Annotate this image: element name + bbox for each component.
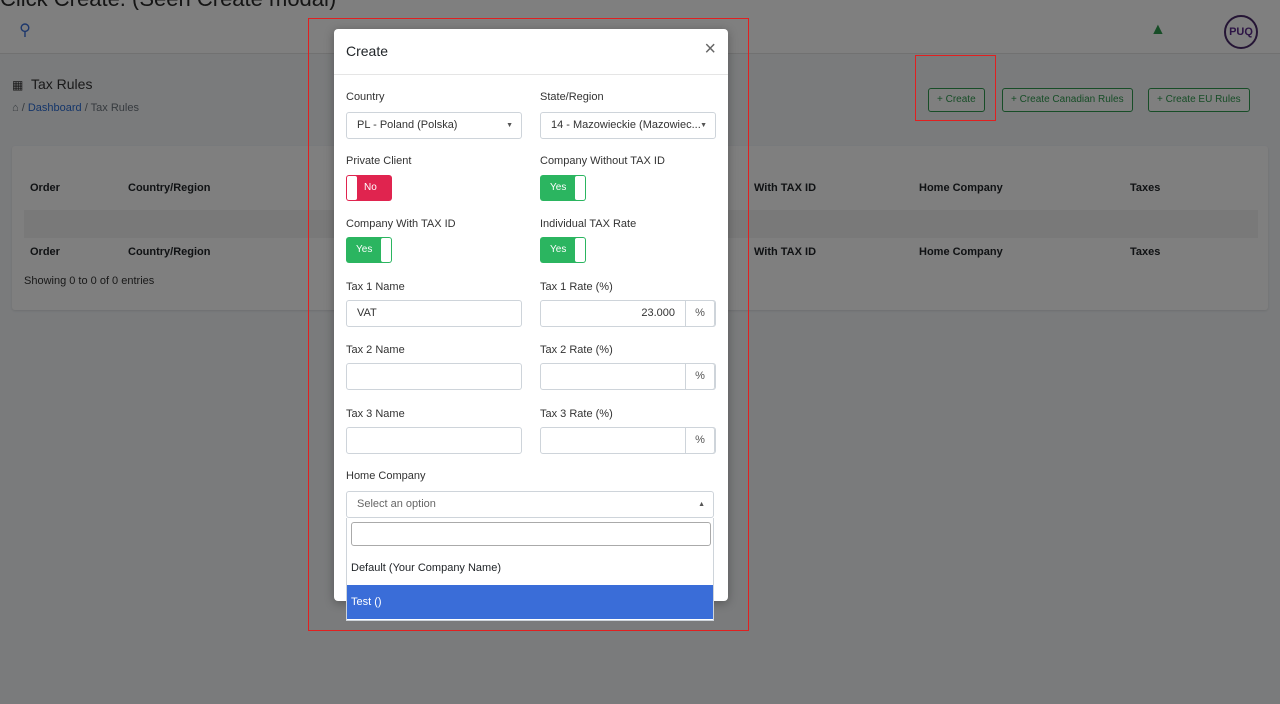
state-region-select[interactable]: 14 - Mazowieckie (Mazowiec... ▼ [540, 112, 716, 139]
percent-addon: % [685, 364, 715, 389]
tax-1-name-input[interactable]: VAT [346, 300, 522, 327]
company-with-tax-id-toggle[interactable]: Yes [346, 237, 392, 263]
home-company-dropdown: Default (Your Company Name) Test () [346, 518, 714, 621]
dropdown-option[interactable]: Default (Your Company Name) [347, 551, 713, 585]
chevron-down-icon: ▼ [506, 122, 513, 129]
home-company-label: Home Company [346, 470, 426, 482]
private-client-label: Private Client [346, 155, 412, 167]
modal-title: Create [346, 43, 389, 59]
country-value: PL - Poland (Polska) [357, 119, 458, 131]
toggle-text: Yes [356, 244, 373, 255]
tax-1-rate-label: Tax 1 Rate (%) [540, 281, 613, 293]
tax-2-name-label: Tax 2 Name [346, 344, 405, 356]
state-region-label: State/Region [540, 91, 604, 103]
toggle-text: No [364, 182, 377, 193]
percent-addon: % [685, 428, 715, 453]
tax-3-name-input[interactable] [346, 427, 522, 454]
toggle-knob [575, 238, 585, 262]
chevron-up-icon: ▲ [698, 501, 705, 508]
country-select[interactable]: PL - Poland (Polska) ▼ [346, 112, 522, 139]
tax-2-rate-input[interactable]: % [540, 363, 716, 390]
tax-1-rate-value: 23.000 [641, 307, 675, 319]
individual-tax-rate-toggle[interactable]: Yes [540, 237, 586, 263]
percent-addon: % [685, 301, 715, 326]
tax-1-rate-input[interactable]: 23.000 % [540, 300, 716, 327]
toggle-text: Yes [550, 244, 567, 255]
toggle-knob [347, 176, 357, 200]
tax-2-rate-label: Tax 2 Rate (%) [540, 344, 613, 356]
tax-3-name-label: Tax 3 Name [346, 408, 405, 420]
individual-tax-rate-label: Individual TAX Rate [540, 218, 637, 230]
home-company-select[interactable]: Select an option ▲ [346, 491, 714, 518]
toggle-knob [575, 176, 585, 200]
close-icon[interactable]: × [704, 39, 716, 59]
home-company-placeholder: Select an option [357, 498, 436, 510]
tax-2-name-input[interactable] [346, 363, 522, 390]
company-without-tax-id-toggle[interactable]: Yes [540, 175, 586, 201]
country-label: Country [346, 91, 385, 103]
tax-3-rate-input[interactable]: % [540, 427, 716, 454]
company-with-tax-id-label: Company With TAX ID [346, 218, 456, 230]
chevron-down-icon: ▼ [700, 122, 707, 129]
tax-1-name-label: Tax 1 Name [346, 281, 405, 293]
dropdown-search-input[interactable] [351, 522, 711, 546]
create-modal: Create × Country PL - Poland (Polska) ▼ … [334, 29, 728, 601]
modal-header: Create × [334, 29, 728, 75]
state-region-value: 14 - Mazowieckie (Mazowiec... [551, 119, 701, 131]
toggle-text: Yes [550, 182, 567, 193]
private-client-toggle[interactable]: No [346, 175, 392, 201]
tax-3-rate-label: Tax 3 Rate (%) [540, 408, 613, 420]
company-without-tax-id-label: Company Without TAX ID [540, 155, 665, 167]
toggle-knob [381, 238, 391, 262]
dropdown-option-highlighted[interactable]: Test () [347, 585, 713, 619]
